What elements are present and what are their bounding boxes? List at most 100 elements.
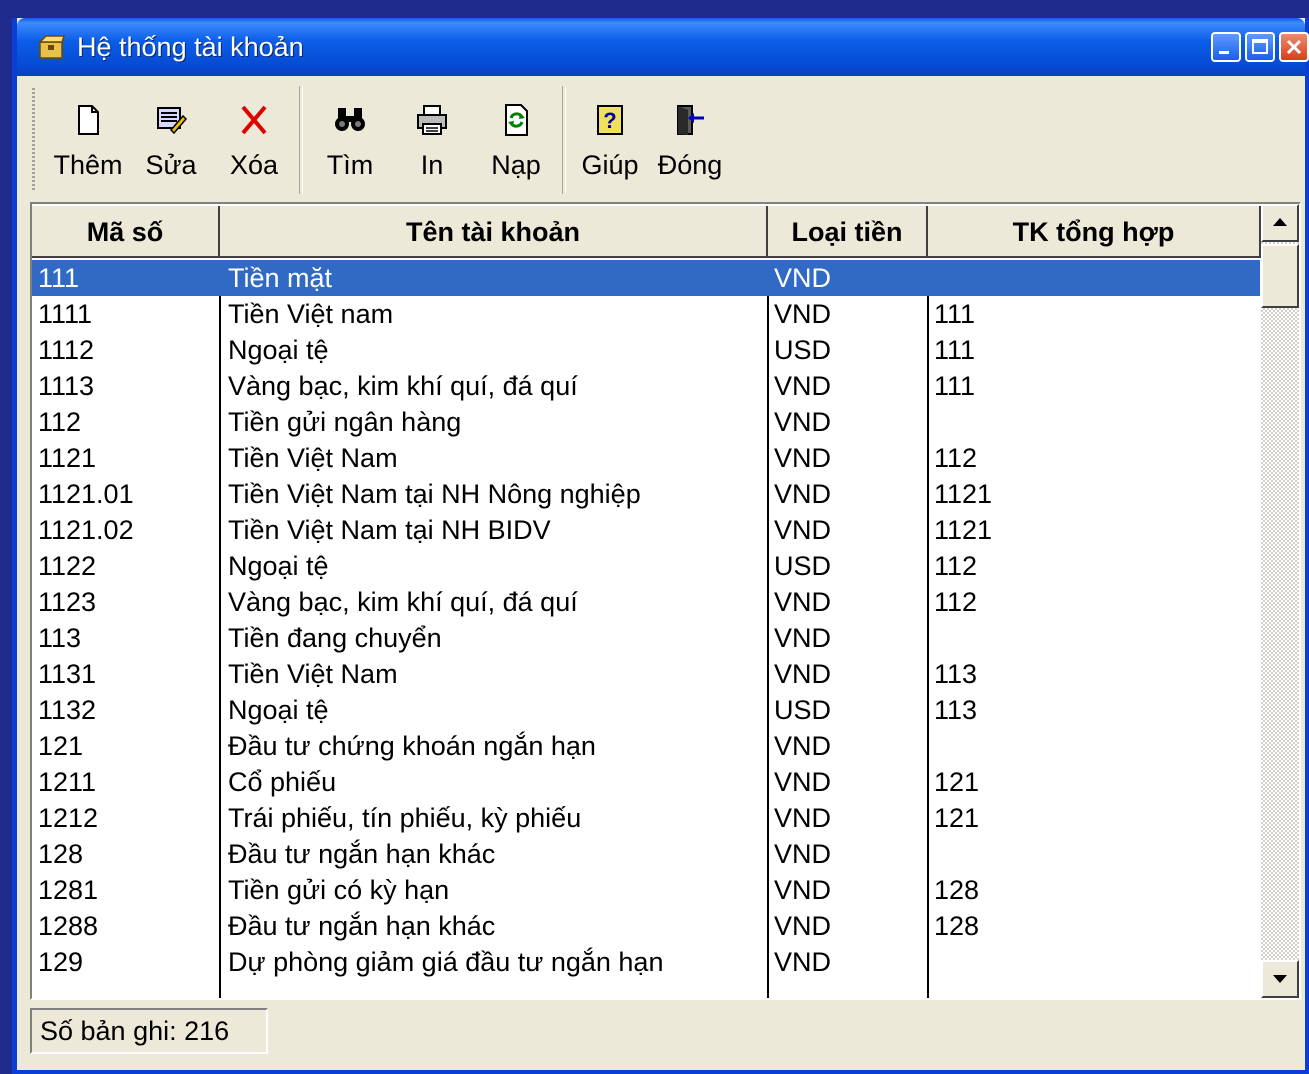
- cell-parent-account: [934, 404, 1254, 440]
- help-button[interactable]: ? Giúp: [573, 90, 647, 190]
- print-button[interactable]: In: [395, 90, 469, 190]
- cell-parent-account: [934, 728, 1254, 764]
- cell-account-name: Tiền gửi ngân hàng: [228, 407, 462, 437]
- accounts-table[interactable]: Mã số Tên tài khoản Loại tiền TK tổng hợ…: [30, 202, 1301, 1000]
- edit-icon: [157, 107, 188, 135]
- close-form-button-label: Đóng: [657, 150, 723, 180]
- search-button[interactable]: Tìm: [313, 90, 387, 190]
- cell-account-name: Ngoại tệ: [228, 695, 329, 725]
- table-row[interactable]: 1112 Ngoại tệ USD 111: [32, 332, 1260, 368]
- table-row[interactable]: 128 Đầu tư ngắn hạn khác VND: [32, 836, 1260, 872]
- cell-parent-account: [934, 260, 1254, 296]
- cell-parent-account: 128: [934, 875, 980, 905]
- refresh-icon: [505, 104, 528, 136]
- cell-currency: USD: [774, 695, 832, 725]
- new-document-icon: [78, 105, 99, 135]
- close-button[interactable]: [1279, 32, 1309, 62]
- cell-account-code: 129: [38, 947, 84, 977]
- edit-button[interactable]: Sửa: [134, 90, 208, 190]
- column-header-parent-account[interactable]: TK tổng hợp: [928, 206, 1261, 258]
- table-row[interactable]: 1121.01 Tiền Việt Nam tại NH Nông nghiệp V…: [32, 476, 1260, 512]
- title-bar[interactable]: Hệ thống tài khoản: [17, 18, 1309, 76]
- table-row[interactable]: 1123 Vàng bạc, kim khí quí, đá quí VND 112: [32, 584, 1260, 620]
- delete-button[interactable]: Xóa: [217, 90, 291, 190]
- cell-account-code: 1281: [38, 875, 99, 905]
- help-button-label: Giúp: [581, 150, 639, 180]
- cell-currency: VND: [774, 479, 832, 509]
- scroll-thumb[interactable]: [1261, 244, 1299, 308]
- table-row[interactable]: 1132 Ngoại tệ USD 113: [32, 692, 1260, 728]
- cell-account-code: 1121.01: [38, 479, 134, 509]
- column-header-name[interactable]: Tên tài khoản: [220, 206, 768, 258]
- cell-parent-account: 112: [934, 443, 978, 473]
- edit-button-label: Sửa: [145, 150, 197, 180]
- arrow-up-icon: [1273, 218, 1287, 226]
- toolbar-separator: [299, 86, 303, 194]
- table-row[interactable]: 1111 Tiền Việt nam VND 111: [32, 296, 1260, 332]
- table-row[interactable]: 1211 Cổ phiếu VND 121: [32, 764, 1260, 800]
- cell-currency: VND: [774, 911, 832, 941]
- cell-parent-account: [934, 944, 1254, 980]
- cell-account-name: Tiền Việt nam: [228, 299, 394, 329]
- table-row[interactable]: 1281 Tiền gửi có kỳ hạn VND 128: [32, 872, 1260, 908]
- table-row[interactable]: 1121.02 Tiền Việt Nam tại NH BIDV VND 1121: [32, 512, 1260, 548]
- toolbar-grip[interactable]: [32, 88, 35, 192]
- toolbar-separator: [562, 86, 566, 194]
- cell-parent-account: 1121: [934, 479, 993, 509]
- cell-account-name: Tiền gửi có kỳ hạn: [228, 875, 450, 905]
- table-row[interactable]: 1113 Vàng bạc, kim khí quí, đá quí VND 111: [32, 368, 1260, 404]
- cell-parent-account: 112: [934, 551, 978, 581]
- delete-button-label: Xóa: [229, 150, 279, 180]
- column-header-currency[interactable]: Loại tiền: [768, 206, 928, 258]
- cell-account-code: 1113: [38, 371, 95, 401]
- cell-account-code: 1132: [38, 695, 97, 725]
- scroll-down-button[interactable]: [1261, 960, 1299, 998]
- reload-button[interactable]: Nạp: [479, 90, 553, 190]
- minimize-button[interactable]: [1211, 32, 1241, 62]
- cell-account-code: 1212: [38, 803, 99, 833]
- table-row[interactable]: 112 Tiền gửi ngân hàng VND: [32, 404, 1260, 440]
- column-header-code[interactable]: Mã số: [32, 206, 220, 258]
- cell-parent-account: 113: [934, 659, 978, 689]
- cell-parent-account: [934, 620, 1254, 656]
- accounts-window: Hệ thống tài khoản Thêm Sửa Xóa Tìm In N…: [12, 18, 1309, 1074]
- print-button-label: In: [420, 150, 444, 180]
- maximize-button[interactable]: [1245, 32, 1275, 62]
- cell-currency: VND: [774, 263, 832, 293]
- table-row[interactable]: 1121 Tiền Việt Nam VND 112: [32, 440, 1260, 476]
- table-row[interactable]: 1131 Tiền Việt Nam VND 113: [32, 656, 1260, 692]
- cell-account-name: Vàng bạc, kim khí quí, đá quí: [228, 587, 578, 617]
- vertical-scrollbar[interactable]: [1261, 204, 1299, 998]
- cell-parent-account: 111: [934, 299, 976, 329]
- cell-currency: VND: [774, 623, 832, 653]
- cell-parent-account: 112: [934, 587, 978, 617]
- add-button[interactable]: Thêm: [51, 90, 125, 190]
- cell-parent-account: 111: [934, 335, 976, 365]
- table-row[interactable]: 1122 Ngoại tệ USD 112: [32, 548, 1260, 584]
- table-row[interactable]: 121 Đầu tư chứng khoán ngắn hạn VND: [32, 728, 1260, 764]
- cell-parent-account: 113: [934, 695, 978, 725]
- cell-parent-account: 1121: [934, 515, 993, 545]
- help-icon: ?: [597, 105, 623, 135]
- cell-account-name: Ngoại tệ: [228, 551, 329, 581]
- cell-account-name: Đầu tư ngắn hạn khác: [228, 911, 496, 941]
- table-row[interactable]: 113 Tiền đang chuyển VND: [32, 620, 1260, 656]
- table-row[interactable]: 111 Tiền mặt VND: [32, 260, 1260, 296]
- cell-currency: VND: [774, 947, 832, 977]
- close-form-button[interactable]: Đóng: [653, 90, 727, 190]
- scroll-up-button[interactable]: [1261, 204, 1299, 242]
- reload-button-label: Nạp: [491, 150, 541, 180]
- table-row[interactable]: 1212 Trái phiếu, tín phiếu, kỳ phiếu VND 12…: [32, 800, 1260, 836]
- binoculars-icon: [335, 108, 365, 131]
- cell-parent-account: 128: [934, 911, 980, 941]
- cell-currency: VND: [774, 407, 832, 437]
- cell-account-code: 1122: [38, 551, 97, 581]
- cell-account-code: 112: [38, 407, 82, 437]
- close-icon: [1286, 39, 1302, 55]
- cell-account-code: 1121: [38, 443, 97, 473]
- cell-currency: USD: [774, 335, 832, 365]
- folder-box-icon: [38, 35, 65, 59]
- cell-currency: VND: [774, 587, 832, 617]
- table-row[interactable]: 129 Dự phòng giảm giá đầu tư ngắn hạn VND: [32, 944, 1260, 980]
- table-row[interactable]: 1288 Đầu tư ngắn hạn khác VND 128: [32, 908, 1260, 944]
